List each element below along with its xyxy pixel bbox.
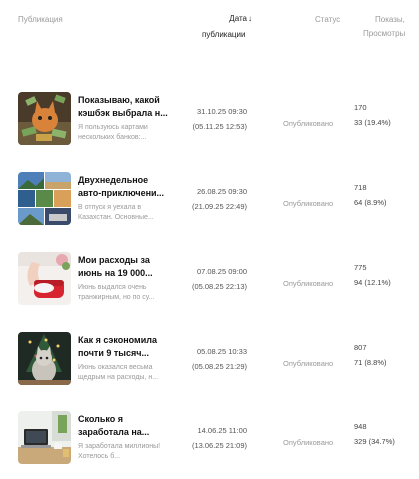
status-label: Опубликовано <box>283 119 334 128</box>
post-dates: 07.08.25 09:00 (05.08.25 22:13) <box>185 267 247 292</box>
post-dates: 26.08.25 09:30 (21.09.25 22:49) <box>185 187 247 212</box>
post-title[interactable]: Показываю, какой кэшбэк выбрала н... <box>78 94 173 120</box>
impressions-count: 948 <box>354 422 367 431</box>
post-excerpt: Я заработала миллионы! Хотелось б... <box>78 443 161 460</box>
column-header-status[interactable]: Статус <box>315 14 340 25</box>
date-published: 05.08.25 10:33 <box>196 347 247 356</box>
post-excerpt: Я пользуюсь картами нескольких банков:..… <box>78 124 148 141</box>
date-updated: (13.06.25 21:09) <box>191 441 247 450</box>
post-title[interactable]: Двухнедельное авто-приключени... <box>78 174 173 200</box>
post-stats: 170 33 (19.4%) <box>354 103 391 128</box>
impressions-count: 775 <box>354 263 367 272</box>
table-row[interactable]: Сколько я заработала на... Я заработала … <box>0 411 419 465</box>
column-header-date-sub: публикации <box>202 30 246 39</box>
post-excerpt: Июнь оказался весьма щедрым на расходы, … <box>78 364 159 381</box>
views-count: 71 (8.8%) <box>354 358 387 367</box>
post-dates: 14.06.25 11:00 (13.06.25 21:09) <box>185 426 247 451</box>
table-row[interactable]: Мои расходы за июнь на 19 000... Июнь вы… <box>0 252 419 306</box>
post-excerpt: В отпуск я уехала в Казахстан. Основные.… <box>78 204 154 221</box>
post-stats: 948 329 (34.7%) <box>354 422 395 447</box>
column-header-impressions[interactable]: Показы, <box>375 14 405 25</box>
column-header-date[interactable]: Дата↓ публикации <box>200 13 252 40</box>
date-updated: (05.08.25 21:29) <box>191 362 247 371</box>
status-label: Опубликовано <box>283 279 334 288</box>
date-published: 31.10.25 09:30 <box>196 107 247 116</box>
red-purse-icon[interactable] <box>18 252 71 305</box>
impressions-count: 807 <box>354 343 367 352</box>
post-title[interactable]: Сколько я заработала на... <box>78 413 173 439</box>
status-label: Опубликовано <box>283 359 334 368</box>
date-published: 14.06.25 11:00 <box>197 426 248 435</box>
column-header-views[interactable]: Просмотры <box>363 28 405 39</box>
laptop-desk-icon[interactable] <box>18 411 71 464</box>
travel-collage-icon[interactable] <box>18 172 71 225</box>
post-title[interactable]: Мои расходы за июнь на 19 000... <box>78 254 173 280</box>
post-stats: 775 94 (12.1%) <box>354 263 391 288</box>
status-label: Опубликовано <box>283 438 334 447</box>
table-row[interactable]: Показываю, какой кэшбэк выбрала н... Я п… <box>0 92 419 146</box>
date-published: 26.08.25 09:30 <box>196 187 247 196</box>
table-row[interactable]: Как я сэкономила почти 9 тысяч... Июнь о… <box>0 332 419 386</box>
column-header-publication[interactable]: Публикация <box>18 14 63 25</box>
cat-christmas-tree-icon[interactable] <box>18 332 71 385</box>
post-title[interactable]: Как я сэкономила почти 9 тысяч... <box>78 334 173 360</box>
date-updated: (05.08.25 22:13) <box>191 282 247 291</box>
post-excerpt: Июнь выдался очень транжирным, но по су.… <box>78 284 155 301</box>
views-count: 33 (19.4%) <box>354 118 391 127</box>
post-dates: 31.10.25 09:30 (05.11.25 12:53) <box>185 107 248 132</box>
sort-desc-icon[interactable]: ↓ <box>248 14 252 23</box>
post-stats: 718 64 (8.9%) <box>354 183 387 208</box>
views-count: 94 (12.1%) <box>354 278 391 287</box>
post-stats: 807 71 (8.8%) <box>354 343 387 368</box>
column-header-date-label: Дата <box>229 14 247 23</box>
post-dates: 05.08.25 10:33 (05.08.25 21:29) <box>185 347 247 372</box>
impressions-count: 718 <box>354 183 367 192</box>
views-count: 64 (8.9%) <box>354 198 387 207</box>
cat-with-money-icon[interactable] <box>18 92 71 145</box>
date-updated: (05.11.25 12:53) <box>192 122 248 131</box>
date-published: 07.08.25 09:00 <box>196 267 247 276</box>
status-label: Опубликовано <box>283 199 334 208</box>
impressions-count: 170 <box>354 103 367 112</box>
views-count: 329 (34.7%) <box>354 437 395 446</box>
date-updated: (21.09.25 22:49) <box>191 202 247 211</box>
table-row[interactable]: Двухнедельное авто-приключени... В отпус… <box>0 172 419 226</box>
